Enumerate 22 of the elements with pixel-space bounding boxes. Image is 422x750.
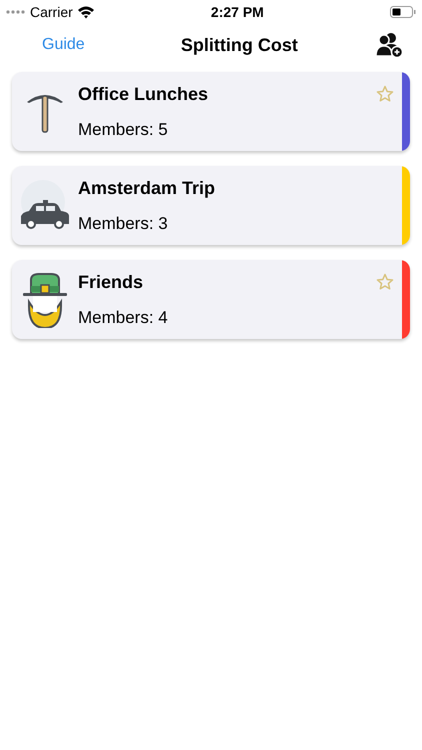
people-add-icon — [375, 32, 403, 58]
wifi-icon — [76, 6, 95, 18]
group-card[interactable]: Office Lunches Members: 5 — [12, 72, 410, 151]
taxi-icon — [19, 180, 71, 232]
star-icon[interactable] — [376, 273, 394, 291]
clock-time: 2:27 PM — [210, 2, 264, 22]
group-card[interactable]: Friends Members: 4 — [12, 260, 410, 339]
guide-button[interactable]: Guide — [42, 33, 85, 57]
add-member-button[interactable] — [374, 30, 404, 60]
carrier-label: Carrier — [30, 2, 73, 22]
group-name: Friends — [78, 270, 144, 294]
battery-icon — [390, 6, 416, 18]
group-card[interactable]: Amsterdam Trip Members: 3 — [12, 166, 410, 245]
member-count: Members: 4 — [78, 306, 169, 329]
leprechaun-icon — [21, 272, 69, 328]
star-icon[interactable] — [376, 85, 394, 103]
member-count: Members: 3 — [78, 212, 169, 235]
member-count: Members: 5 — [78, 118, 169, 141]
signal-icon — [6, 10, 26, 14]
screen-title: Splitting Cost — [180, 34, 298, 57]
group-name: Office Lunches — [78, 82, 210, 106]
group-name: Amsterdam Trip — [78, 176, 216, 200]
